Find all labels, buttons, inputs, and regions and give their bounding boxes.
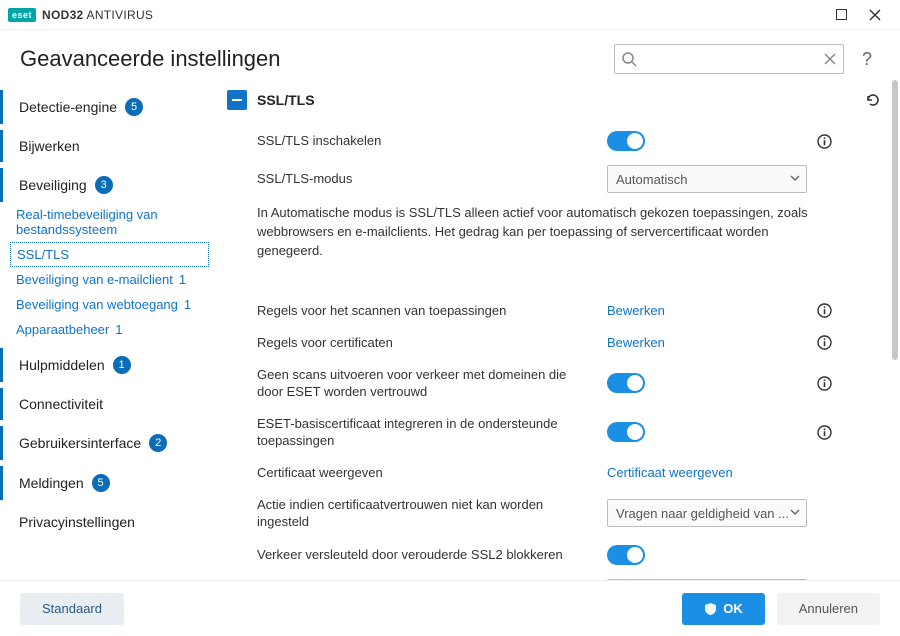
content-panel: SSL/TLS SSL/TLS inschakelen SSL/TLS-modu… <box>215 80 900 580</box>
label-integrate-cert: ESET-basiscertificaat integreren in de o… <box>257 415 607 450</box>
sidebar-sub-webtoegang[interactable]: Beveiliging van webtoegang 1 <box>0 292 215 317</box>
page-title: Geavanceerde instellingen <box>20 46 281 72</box>
sidebar-item-privacy[interactable]: Privacyinstellingen <box>0 506 215 538</box>
toggle-block-ssl2[interactable] <box>607 545 645 565</box>
brand-prefix: NOD32 <box>42 8 84 22</box>
link-edit-cert-rules[interactable]: Bewerken <box>607 335 665 350</box>
sidebar-item-beveiliging[interactable]: Beveiliging 3 <box>0 168 215 202</box>
brand-suffix: ANTIVIRUS <box>87 8 154 22</box>
square-icon <box>836 9 847 20</box>
link-show-cert[interactable]: Certificaat weergeven <box>607 465 733 480</box>
sidebar-item-detectie-engine[interactable]: Detectie-engine 5 <box>0 90 215 124</box>
info-icon <box>817 376 832 391</box>
sidebar-item-gebruikersinterface[interactable]: Gebruikersinterface 2 <box>0 426 215 460</box>
sidebar-item-label: Connectiviteit <box>19 396 103 412</box>
sidebar-item-label: Beveiliging <box>19 177 87 193</box>
window-maximize-button[interactable] <box>824 1 858 29</box>
label-ssl-mode: SSL/TLS-modus <box>257 170 607 188</box>
sidebar-item-label: Privacyinstellingen <box>19 514 135 530</box>
sidebar-item-connectiviteit[interactable]: Connectiviteit <box>0 388 215 420</box>
sidebar-sub-label: SSL/TLS <box>17 247 69 262</box>
info-icon <box>817 335 832 350</box>
label-enable-ssl: SSL/TLS inschakelen <box>257 132 607 150</box>
sidebar-item-bijwerken[interactable]: Bijwerken <box>0 130 215 162</box>
window-close-button[interactable] <box>858 1 892 29</box>
clear-search-button[interactable] <box>823 52 837 66</box>
info-icon <box>817 303 832 318</box>
sidebar-item-label: Detectie-engine <box>19 99 117 115</box>
chevron-down-icon <box>790 175 800 183</box>
info-icon <box>817 134 832 149</box>
eset-logo: eset <box>8 8 36 22</box>
sidebar-item-label: Meldingen <box>19 475 84 491</box>
scrollbar[interactable] <box>890 80 900 580</box>
link-edit-app-rules[interactable]: Bewerken <box>607 303 665 318</box>
sidebar-sub-label: Beveiliging van webtoegang <box>16 297 178 312</box>
select-ssl-mode[interactable]: Automatisch <box>607 165 807 193</box>
undo-icon <box>864 91 882 109</box>
info-button[interactable] <box>817 425 839 440</box>
info-icon <box>817 425 832 440</box>
sidebar-item-meldingen[interactable]: Meldingen 5 <box>0 466 215 500</box>
chevron-down-icon <box>790 509 800 517</box>
label-cert-rules: Regels voor certificaten <box>257 334 607 352</box>
footer: Standaard OK Annuleren <box>0 580 900 636</box>
select-trust-action[interactable]: Vragen naar geldigheid van ... <box>607 499 807 527</box>
sidebar-sub-emailclient[interactable]: Beveiliging van e-mailclient 1 <box>0 267 215 292</box>
sidebar-badge: 1 <box>184 297 191 312</box>
info-button[interactable] <box>817 303 839 318</box>
sidebar-item-label: Gebruikersinterface <box>19 435 141 451</box>
search-input[interactable] <box>643 52 817 67</box>
minus-icon <box>232 99 242 101</box>
panel-title: SSL/TLS <box>257 92 854 108</box>
sidebar-badge: 2 <box>149 434 167 452</box>
ok-label: OK <box>723 601 743 616</box>
toggle-enable-ssl[interactable] <box>607 131 645 151</box>
info-button[interactable] <box>817 335 839 350</box>
select-value: Vragen naar geldigheid van ... <box>616 506 789 521</box>
sidebar: Detectie-engine 5 Bijwerken Beveiliging … <box>0 80 215 580</box>
shield-icon <box>704 602 717 616</box>
x-icon <box>823 52 837 66</box>
scrollbar-thumb[interactable] <box>892 80 898 360</box>
toggle-no-scan-trusted[interactable] <box>607 373 645 393</box>
info-button[interactable] <box>817 376 839 391</box>
header: Geavanceerde instellingen ? <box>0 30 900 80</box>
search-box[interactable] <box>614 44 844 74</box>
search-icon <box>621 51 637 67</box>
sidebar-badge: 3 <box>95 176 113 194</box>
sidebar-badge: 1 <box>179 272 186 287</box>
sidebar-badge: 5 <box>125 98 143 116</box>
sidebar-item-label: Bijwerken <box>19 138 80 154</box>
sidebar-sub-apparaatbeheer[interactable]: Apparaatbeheer 1 <box>0 317 215 342</box>
brand: eset NOD32 ANTIVIRUS <box>8 8 153 22</box>
label-app-rules: Regels voor het scannen van toepassingen <box>257 302 607 320</box>
close-icon <box>869 9 881 21</box>
sidebar-sub-label: Real-timebeveiliging van bestandssysteem <box>16 207 203 237</box>
sidebar-badge: 5 <box>92 474 110 492</box>
sidebar-badge: 1 <box>115 322 122 337</box>
titlebar: eset NOD32 ANTIVIRUS <box>0 0 900 30</box>
sidebar-sub-label: Apparaatbeheer <box>16 322 109 337</box>
select-damaged-action[interactable]: Communicatie blokkeren die... <box>607 579 807 580</box>
label-no-scan-trusted: Geen scans uitvoeren voor verkeer met do… <box>257 366 607 401</box>
sidebar-sub-realtime[interactable]: Real-timebeveiliging van bestandssysteem <box>0 202 215 242</box>
sidebar-badge: 1 <box>113 356 131 374</box>
toggle-integrate-cert[interactable] <box>607 422 645 442</box>
undo-button[interactable] <box>864 91 882 109</box>
sidebar-item-label: Hulpmiddelen <box>19 357 105 373</box>
label-show-cert: Certificaat weergeven <box>257 464 607 482</box>
label-block-ssl2: Verkeer versleuteld door verouderde SSL2… <box>257 546 607 564</box>
collapse-button[interactable] <box>227 90 247 110</box>
select-value: Automatisch <box>616 172 688 187</box>
sidebar-item-hulpmiddelen[interactable]: Hulpmiddelen 1 <box>0 348 215 382</box>
label-trust-action: Actie indien certificaatvertrouwen niet … <box>257 496 607 531</box>
sidebar-sub-label: Beveiliging van e-mailclient <box>16 272 173 287</box>
info-button[interactable] <box>817 134 839 149</box>
mode-description: In Automatische modus is SSL/TLS alleen … <box>227 200 847 269</box>
help-button[interactable]: ? <box>854 49 880 70</box>
sidebar-sub-ssl-tls[interactable]: SSL/TLS <box>10 242 209 267</box>
